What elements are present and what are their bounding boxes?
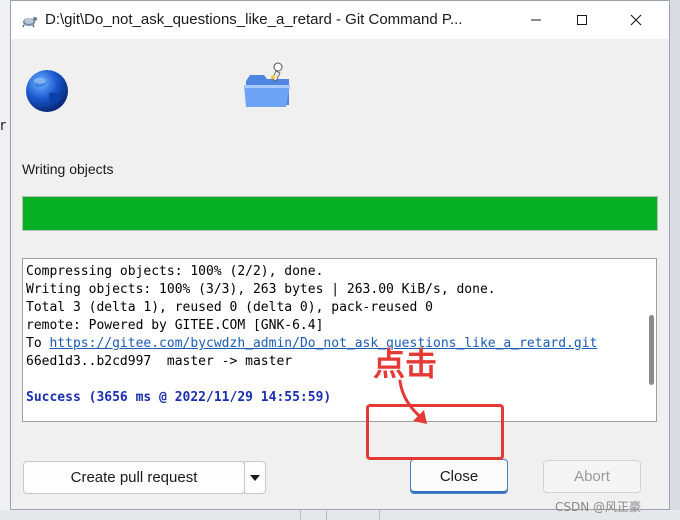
create-pull-request-dropdown[interactable] <box>244 461 266 494</box>
log-line: Compressing objects: 100% (2/2), done. <box>26 264 324 279</box>
log-line: 66ed1d3..b2cd997 master -> master <box>26 354 293 369</box>
remote-url-link[interactable]: https://gitee.com/bycwdzh_admin/Do_not_a… <box>49 336 597 351</box>
output-log[interactable]: Compressing objects: 100% (2/2), done. W… <box>22 258 657 422</box>
log-line: Writing objects: 100% (3/3), 263 bytes |… <box>26 282 496 297</box>
log-line: remote: Powered by GITEE.COM [GNK-6.4] <box>26 318 324 333</box>
close-button[interactable]: Close <box>410 459 508 494</box>
maximize-button[interactable] <box>559 1 605 39</box>
abort-button: Abort <box>543 460 641 493</box>
git-command-progress-window: D:\git\Do_not_ask_questions_like_a_retar… <box>10 0 670 510</box>
success-message: Success (3656 ms @ 2022/11/29 14:55:59) <box>26 390 332 405</box>
background-app-edge <box>0 0 10 520</box>
log-line: Total 3 (delta 1), reused 0 (delta 0), p… <box>26 300 433 315</box>
minimize-icon <box>531 19 541 21</box>
minimize-button[interactable] <box>513 1 559 39</box>
background-divider <box>379 510 380 520</box>
log-blank-line <box>26 371 638 389</box>
log-line-remote-url: To https://gitee.com/bycwdzh_admin/Do_no… <box>26 335 638 353</box>
create-pull-request-label: Create pull request <box>70 469 198 486</box>
background-text-fragment: r <box>0 118 6 134</box>
dropdown-arrow-icon <box>250 474 260 481</box>
dialog-body: Writing objects Compressing objects: 100… <box>11 39 669 509</box>
globe-icon <box>26 70 68 112</box>
tortoise-git-icon <box>22 17 37 28</box>
progress-bar <box>22 196 658 231</box>
maximize-icon <box>577 15 587 25</box>
window-title: D:\git\Do_not_ask_questions_like_a_retar… <box>45 11 463 28</box>
progress-bar-fill <box>23 197 657 230</box>
background-divider <box>326 510 327 520</box>
close-icon <box>630 14 642 26</box>
log-to-prefix: To <box>26 336 50 351</box>
watermark: CSDN @风正豪 <box>555 500 642 514</box>
create-pull-request-button[interactable]: Create pull request <box>23 461 245 494</box>
title-bar[interactable]: D:\git\Do_not_ask_questions_like_a_retar… <box>11 1 669 39</box>
background-divider <box>300 510 301 520</box>
log-scrollbar[interactable] <box>649 315 654 385</box>
status-label: Writing objects <box>22 161 114 177</box>
abort-button-label: Abort <box>574 468 610 485</box>
output-log-text: Compressing objects: 100% (2/2), done. W… <box>26 263 638 407</box>
annotation-arrow-icon <box>398 379 427 424</box>
close-button-label: Close <box>439 468 479 485</box>
folder-upload-icon <box>244 62 290 107</box>
window-close-button[interactable] <box>613 1 659 39</box>
annotation-highlight-box <box>366 404 504 460</box>
